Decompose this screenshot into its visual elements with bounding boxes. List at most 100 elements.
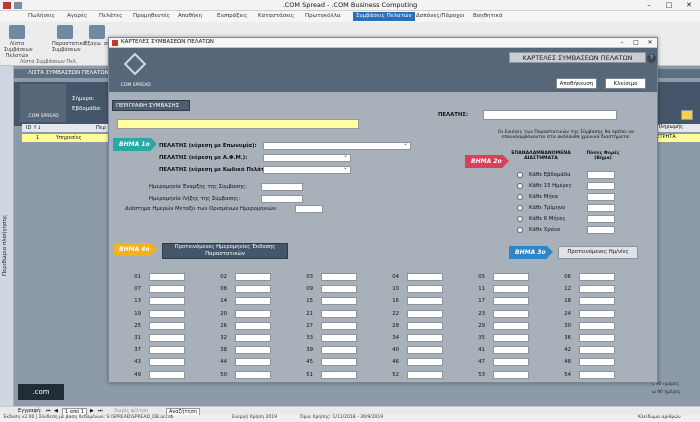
6-months-multiplier[interactable] — [587, 215, 615, 223]
radio-yearly[interactable] — [517, 227, 523, 233]
date-slot-input[interactable] — [149, 285, 185, 294]
date-slot-input[interactable] — [321, 309, 357, 318]
date-slot-input[interactable] — [493, 273, 529, 281]
date-slot-input[interactable] — [579, 321, 615, 330]
no-filter-button[interactable]: Χωρίς φίλτρο — [114, 408, 148, 414]
export-button[interactable]: Εξαγω. σε — [84, 25, 110, 57]
date-slot-input[interactable] — [493, 285, 529, 294]
customer-search-button[interactable] — [681, 110, 693, 120]
date-slot-input[interactable] — [149, 334, 185, 342]
minimize-button[interactable]: – — [640, 0, 658, 11]
date-slot-input[interactable] — [235, 346, 271, 355]
date-slot-input[interactable] — [149, 346, 185, 355]
end-date-input[interactable] — [261, 195, 303, 203]
date-slot-input[interactable] — [579, 346, 615, 355]
date-slot-input[interactable] — [149, 321, 185, 330]
date-slot-input[interactable] — [235, 334, 271, 342]
date-slot-input[interactable] — [321, 321, 357, 330]
close-window-button[interactable]: ✕ — [680, 0, 698, 11]
menu-expenses[interactable]: Δαπάνες/Πάροχοι — [416, 13, 464, 19]
customer-by-code-combo[interactable] — [263, 164, 351, 174]
date-slot-input[interactable] — [493, 334, 529, 342]
customer-field[interactable] — [483, 110, 617, 120]
menu-suppliers[interactable]: Προμηθευτές — [133, 13, 170, 19]
date-slot-input[interactable] — [235, 273, 271, 281]
radio-weekly[interactable] — [517, 172, 523, 178]
nav-prev-button[interactable]: ◀ — [54, 408, 58, 414]
radio-monthly[interactable] — [517, 194, 523, 200]
help-icon[interactable]: ? — [647, 54, 656, 63]
date-slot-input[interactable] — [579, 297, 615, 306]
date-slot-input[interactable] — [407, 273, 443, 281]
date-slot-input[interactable] — [235, 285, 271, 294]
contracts-list-button[interactable]: Λίστα Συμβάσεων Πελατών — [4, 25, 33, 59]
date-slot-input[interactable] — [235, 358, 271, 367]
date-slot-input[interactable] — [149, 297, 185, 306]
date-slot-input[interactable] — [493, 346, 529, 355]
date-slot-input[interactable] — [493, 321, 529, 330]
date-slot-input[interactable] — [579, 285, 615, 294]
close-button[interactable]: Κλείσιμο — [605, 78, 646, 89]
date-slot-input[interactable] — [235, 309, 271, 318]
menu-protocols[interactable]: Πρωτοκόλλα — [305, 13, 341, 19]
15-days-multiplier[interactable] — [587, 182, 615, 190]
date-slot-input[interactable] — [149, 309, 185, 318]
navigation-pane[interactable]: Περιθώριο πλοήγησης — [0, 66, 14, 406]
date-slot-input[interactable] — [321, 334, 357, 342]
customer-by-name-combo[interactable] — [263, 140, 411, 150]
date-slot-input[interactable] — [321, 370, 357, 379]
menu-purchases[interactable]: Αγορές — [67, 13, 87, 19]
date-slot-input[interactable] — [493, 297, 529, 306]
date-slot-input[interactable] — [149, 273, 185, 281]
dialog-maximize-button[interactable]: □ — [629, 38, 643, 48]
monthly-multiplier[interactable] — [587, 193, 615, 201]
date-slot-input[interactable] — [149, 358, 185, 367]
date-slot-input[interactable] — [493, 358, 529, 367]
date-slot-input[interactable] — [407, 370, 443, 379]
interval-input[interactable] — [295, 205, 323, 213]
date-slot-input[interactable] — [407, 285, 443, 294]
suggested-dates-short-button[interactable]: Προτεινόμενες Ημ/νίες — [558, 246, 638, 259]
nav-last-button[interactable]: ⏭ — [98, 408, 103, 414]
date-slot-input[interactable] — [321, 358, 357, 367]
date-slot-input[interactable] — [235, 370, 271, 379]
date-slot-input[interactable] — [321, 285, 357, 294]
nav-first-button[interactable]: ⏮ — [46, 408, 51, 414]
grid-header[interactable]: ID ↑↓ Περ — [22, 124, 112, 132]
date-slot-input[interactable] — [149, 370, 185, 379]
yearly-multiplier[interactable] — [587, 226, 615, 234]
date-slot-input[interactable] — [321, 273, 357, 281]
quarterly-multiplier[interactable] — [587, 204, 615, 212]
dialog-close-button[interactable]: ✕ — [643, 38, 657, 48]
date-slot-input[interactable] — [321, 297, 357, 306]
date-slot-input[interactable] — [407, 321, 443, 330]
table-row[interactable]: 1 Υπηρεσίες — [22, 134, 112, 142]
menu-customers[interactable]: Πελάτες — [99, 13, 123, 19]
weekly-multiplier[interactable] — [587, 171, 615, 179]
menu-auxiliary[interactable]: Βοηθητικά — [473, 13, 503, 19]
customer-by-afm-combo[interactable] — [263, 152, 351, 162]
date-slot-input[interactable] — [493, 309, 529, 318]
date-slot-input[interactable] — [407, 334, 443, 342]
start-date-input[interactable] — [261, 183, 303, 191]
date-slot-input[interactable] — [579, 273, 615, 281]
nav-next-button[interactable]: ▶ — [90, 408, 94, 414]
date-slot-input[interactable] — [407, 358, 443, 367]
radio-quarterly[interactable] — [517, 205, 523, 211]
menu-customer-contracts[interactable]: Συμβάσεις Πελατών — [353, 12, 415, 21]
date-slot-input[interactable] — [493, 370, 529, 379]
contract-documents-button[interactable]: Παραστατικά Συμβάσεων — [52, 25, 86, 57]
radio-15-days[interactable] — [517, 183, 523, 189]
radio-6-months[interactable] — [517, 216, 523, 222]
suggested-dates-button[interactable]: Προτεινόμενες Ημερομηνίες Έκδοσης Παραστ… — [162, 243, 288, 259]
date-slot-input[interactable] — [579, 370, 615, 379]
date-slot-input[interactable] — [235, 297, 271, 306]
date-slot-input[interactable] — [321, 346, 357, 355]
description-input[interactable] — [117, 119, 359, 129]
menu-reports[interactable]: Καταστάσεις — [258, 13, 294, 19]
date-slot-input[interactable] — [579, 358, 615, 367]
date-slot-input[interactable] — [407, 297, 443, 306]
maximize-button[interactable]: □ — [660, 0, 678, 11]
menu-receipts[interactable]: Εισπράξεις — [217, 13, 247, 19]
date-slot-input[interactable] — [407, 346, 443, 355]
